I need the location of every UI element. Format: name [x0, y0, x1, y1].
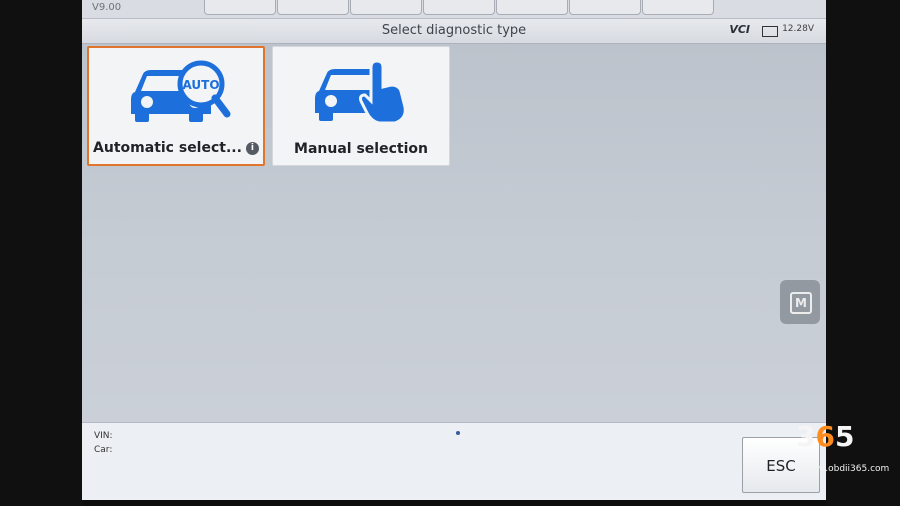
- main-content: AUTO Automatic select... i Manual selecti…: [82, 44, 826, 422]
- top-tabs: [204, 0, 715, 15]
- car-label: Car:: [94, 445, 113, 455]
- vin-label: VIN:: [94, 431, 113, 441]
- device-bezel-left: [0, 0, 82, 506]
- automatic-selection-tile[interactable]: AUTO Automatic select... i: [87, 46, 265, 166]
- title-bar: Select diagnostic type VCI 12.28V: [82, 19, 826, 44]
- top-tab[interactable]: [277, 0, 349, 15]
- vci-status-icon: VCI: [729, 23, 750, 36]
- indicator-dot: [456, 431, 460, 435]
- m-icon: M: [790, 292, 812, 314]
- device-screen: V9.00 Select diagnostic type VCI 12.28V: [82, 0, 826, 500]
- site-watermark: 365 www.obdii365.com: [794, 416, 889, 478]
- watermark-site: www.obdii365.com: [804, 464, 890, 474]
- top-tab[interactable]: [350, 0, 422, 15]
- manual-selection-label: Manual selection: [294, 141, 428, 157]
- top-tab[interactable]: [204, 0, 276, 15]
- bottom-info-bar: VIN: Car: ESC: [82, 422, 826, 500]
- page-title: Select diagnostic type: [381, 23, 527, 38]
- top-tab[interactable]: [423, 0, 495, 15]
- battery-icon: [762, 26, 778, 37]
- info-icon[interactable]: i: [245, 141, 259, 155]
- automatic-selection-label: Automatic select... i: [89, 140, 263, 156]
- svg-text:AUTO: AUTO: [182, 78, 219, 92]
- top-tab[interactable]: [496, 0, 568, 15]
- top-tab[interactable]: [642, 0, 714, 15]
- car-hand-tap-icon: [315, 59, 407, 125]
- battery-voltage: 12.28V: [782, 24, 814, 34]
- watermark-logo: 365: [796, 420, 855, 453]
- side-menu-button[interactable]: M: [780, 280, 820, 324]
- manual-selection-tile[interactable]: Manual selection: [272, 46, 450, 166]
- car-auto-search-icon: AUTO: [131, 60, 231, 122]
- version-label: V9.00: [92, 2, 122, 13]
- top-strip: V9.00: [82, 0, 826, 19]
- top-tab[interactable]: [569, 0, 641, 15]
